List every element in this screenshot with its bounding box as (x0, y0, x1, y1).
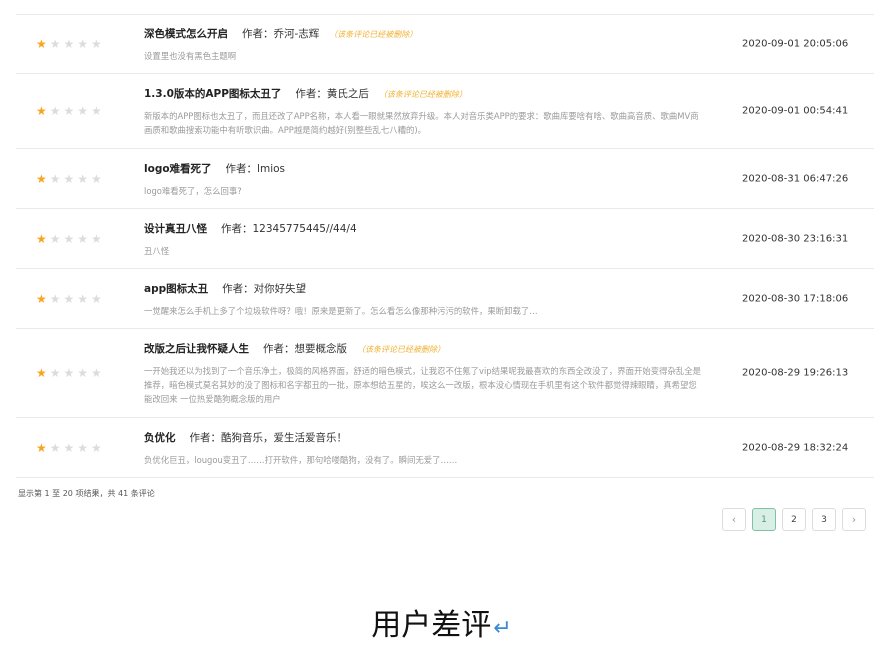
review-title: 设计真丑八怪 (144, 223, 207, 235)
pagination: ‹ 1 2 3 › (722, 508, 866, 531)
star-empty-icon: ★★★★ (49, 104, 105, 118)
page-button-2[interactable]: 2 (782, 508, 806, 531)
star-filled-icon: ★ (36, 440, 50, 455)
star-filled-icon: ★ (36, 171, 50, 186)
review-row: ★★★★★ logo难看死了 作者：lmios logo难看死了，怎么回事? 20… (16, 149, 874, 209)
deleted-note: （该条评论已经被删除） (357, 345, 445, 354)
review-title: 改版之后让我怀疑人生 (144, 343, 249, 355)
star-filled-icon: ★ (36, 104, 50, 118)
review-row: ★★★★★ 深色模式怎么开启 作者：乔河-志辉 （该条评论已经被删除） 设置里也没有… (16, 14, 874, 74)
star-filled-icon: ★ (36, 366, 50, 380)
review-text: logo难看死了，怎么回事? (144, 186, 242, 196)
author-label: 作者： (222, 283, 254, 295)
review-time: 2020-09-01 20:05:06 (742, 38, 849, 49)
author-name: 对你好失望 (253, 283, 307, 295)
star-filled-icon: ★ (36, 231, 50, 246)
star-empty-icon: ★★★★ (49, 171, 105, 186)
star-filled-icon: ★ (36, 36, 50, 51)
author-name: 乔河-志辉 (273, 28, 320, 40)
author-label: 作者： (242, 28, 274, 40)
author-name: 酷狗音乐，爱生活爱音乐！ (221, 432, 347, 444)
review-list: ★★★★★ 深色模式怎么开启 作者：乔河-志辉 （该条评论已经被删除） 设置里也没有… (16, 14, 874, 478)
review-row: ★★★★★ 改版之后让我怀疑人生 作者：想要概念版 （该条评论已经被删除） 一开始我… (16, 329, 874, 418)
author-label: 作者： (189, 432, 222, 444)
review-time: 2020-08-31 06:47:26 (742, 173, 849, 184)
prev-page-button[interactable]: ‹ (722, 508, 746, 531)
review-text: 一觉醒来怎么手机上多了个垃圾软件呀？哦！原来是更新了。怎么看怎么像那种污污的软件… (144, 306, 538, 316)
star-empty-icon: ★★★★ (49, 366, 105, 380)
review-title: 负优化 (144, 432, 176, 444)
review-time: 2020-08-30 23:16:31 (742, 233, 849, 244)
review-text: 设置里也没有黑色主题啊 (144, 51, 237, 61)
review-time: 2020-09-01 00:54:41 (742, 105, 849, 117)
review-row: ★★★★★ 1.3.0版本的APP图标太丑了 作者：黄氏之后 （该条评论已经被删除）… (16, 74, 874, 149)
author-name: 12345775445//44/4 (252, 223, 357, 235)
review-title: 1.3.0版本的APP图标太丑了 (144, 88, 282, 100)
page-button-1[interactable]: 1 (752, 508, 776, 531)
author-label: 作者： (295, 88, 327, 100)
rating-stars: ★★★★★ (36, 293, 105, 305)
star-empty-icon: ★★★★ (49, 36, 105, 51)
page-button-3[interactable]: 3 (812, 508, 836, 531)
star-filled-icon: ★ (36, 291, 50, 306)
deleted-note: （该条评论已经被删除） (329, 30, 418, 39)
review-time: 2020-08-29 18:32:24 (742, 442, 849, 453)
review-row: ★★★★★ 设计真丑八怪 作者：12345775445//44/4 丑八怪 202… (16, 209, 874, 269)
rating-stars: ★★★★★ (36, 367, 105, 379)
review-row: ★★★★★ 负优化 作者：酷狗音乐，爱生活爱音乐！ 负优化巨丑，lougou变丑了… (16, 418, 874, 478)
rating-stars: ★★★★★ (36, 38, 105, 50)
review-title: app图标太丑 (144, 283, 209, 295)
author-name: 黄氏之后 (326, 88, 369, 100)
rating-stars: ★★★★★ (36, 105, 105, 117)
caption-text: 用户差评 (371, 608, 492, 643)
author-name: lmios (257, 163, 286, 175)
review-time: 2020-08-29 19:26:13 (742, 367, 849, 379)
author-name: 想要概念版 (294, 343, 348, 355)
review-row: ★★★★★ app图标太丑 作者：对你好失望 一觉醒来怎么手机上多了个垃圾软件呀？… (16, 269, 874, 329)
author-label: 作者： (221, 223, 253, 235)
review-time: 2020-08-30 17:18:06 (742, 293, 849, 304)
review-text: 丑八怪 (144, 246, 170, 256)
author-label: 作者： (263, 343, 295, 355)
slide-caption: 用户差评↵ (0, 600, 883, 644)
review-title: logo难看死了 (144, 163, 212, 175)
next-page-button[interactable]: › (842, 508, 866, 531)
rating-stars: ★★★★★ (36, 233, 105, 245)
star-empty-icon: ★★★★ (49, 440, 105, 455)
review-text: 负优化巨丑，lougou变丑了……打开软件，那句哈喽酷狗，没有了。瞬间无爱了…… (144, 455, 458, 465)
deleted-note: （该条评论已经被删除） (378, 90, 467, 99)
return-mark-icon: ↵ (493, 616, 512, 641)
review-title: 深色模式怎么开启 (144, 28, 228, 40)
results-summary: 显示第 1 至 20 项结果，共 41 条评论 (18, 489, 155, 498)
rating-stars: ★★★★★ (36, 173, 105, 185)
rating-stars: ★★★★★ (36, 442, 105, 454)
review-text: 一开始我还以为找到了一个音乐净土，极简的风格界面，舒适的暗色模式，让我忍不住氪了… (144, 366, 701, 404)
star-empty-icon: ★★★★ (49, 231, 105, 246)
author-label: 作者： (225, 163, 258, 175)
review-text: 新版本的APP图标也太丑了，而且还改了APP名称，本人看一眼就果然放弃升级。本人… (144, 111, 699, 135)
star-empty-icon: ★★★★ (49, 291, 105, 306)
